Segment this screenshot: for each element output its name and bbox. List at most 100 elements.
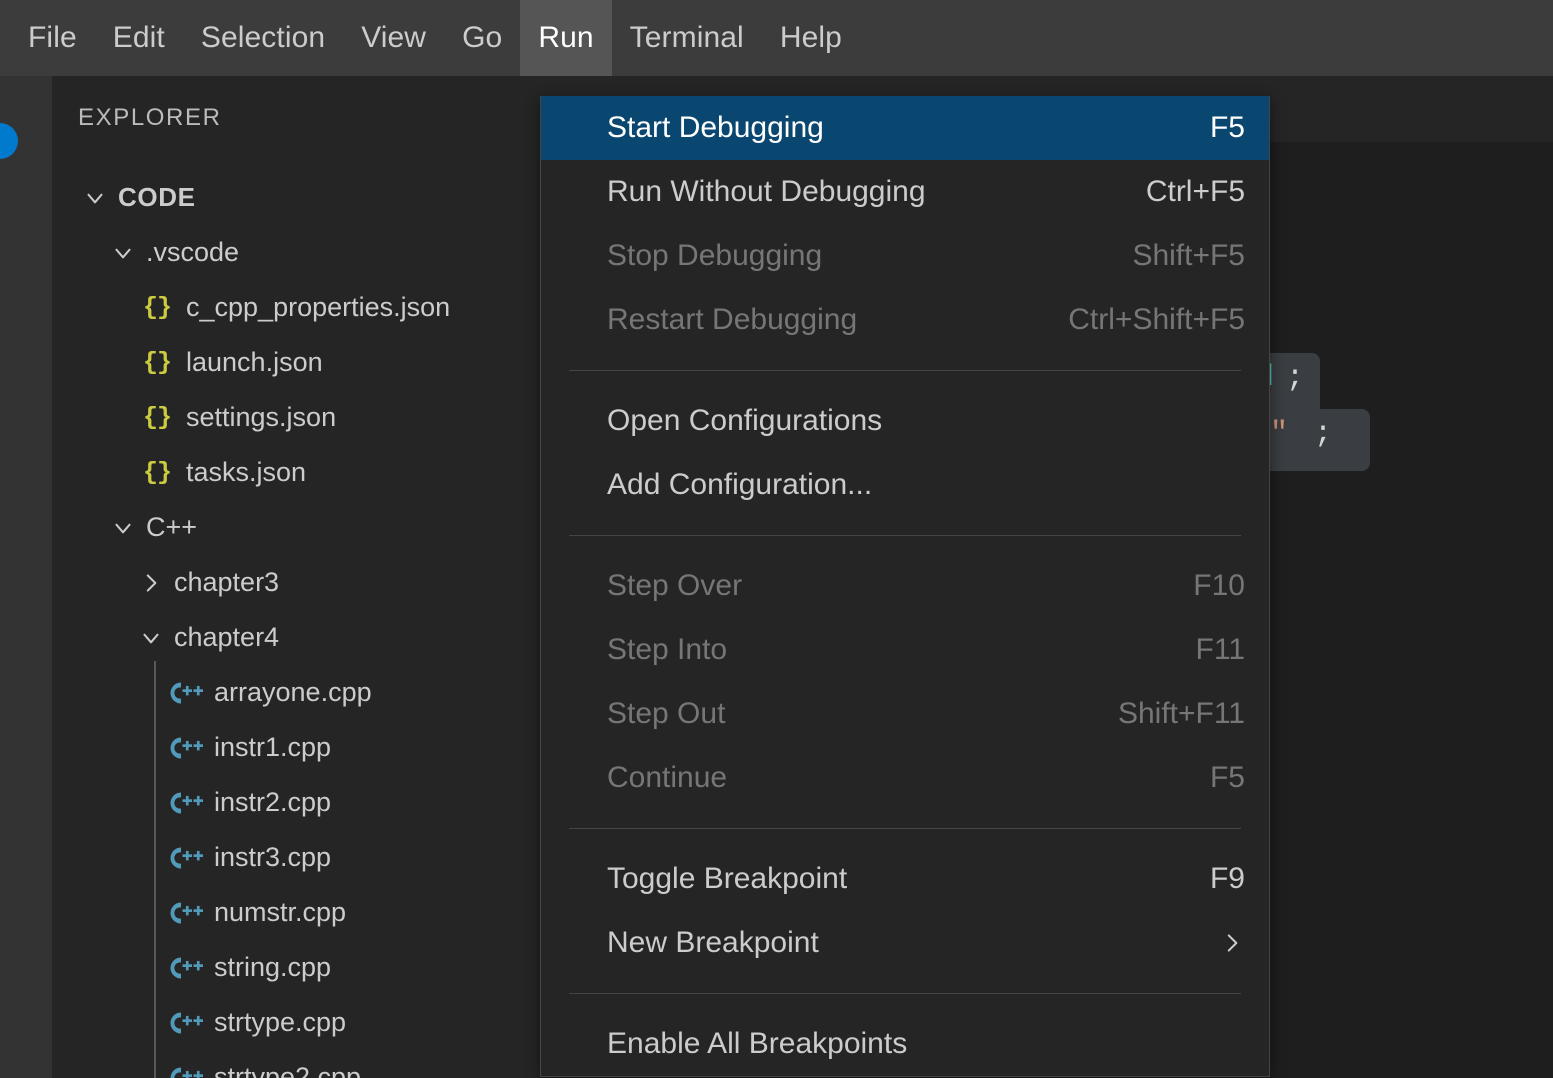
run-menu-dropdown: Start Debugging F5 Run Without Debugging Ct… [540,96,1270,1077]
menu-item-shortcut: Ctrl+Shift+F5 [1068,303,1245,336]
menubar-item-help[interactable]: Help [762,0,860,76]
tree-item-label: chapter4 [174,622,280,652]
menu-bar: File Edit Selection View Go Run Terminal Help [0,0,1553,76]
menu-item-label: Run Without Debugging [607,175,926,208]
tree-file-c-cpp-properties-json[interactable]: {} c_cpp_properties.json [52,280,540,335]
json-file-icon: {} [142,403,172,432]
menubar-item-go[interactable]: Go [444,0,520,76]
tree-folder-code[interactable]: CODE [52,170,540,225]
menu-item-shortcut: F9 [1209,862,1245,895]
tree-file-string-cpp[interactable]: string.cpp [52,940,540,995]
menubar-item-label: Help [779,21,842,54]
tree-item-label: launch.json [186,347,323,377]
tree-folder-chapter4[interactable]: chapter4 [52,610,540,665]
menu-item-enable-all-breakpoints[interactable]: Enable All Breakpoints [541,1012,1269,1076]
menu-item-step-into: Step Into F11 [541,618,1269,682]
tree-file-numstr-cpp[interactable]: numstr.cpp [52,885,540,940]
tree-file-launch-json[interactable]: {} launch.json [52,335,540,390]
cpp-file-icon [162,953,208,983]
menu-item-continue: Continue F5 [541,746,1269,810]
menubar-item-view[interactable]: View [343,0,444,76]
menu-item-open-configurations[interactable]: Open Configurations [541,389,1269,453]
tree-folder-vscode[interactable]: .vscode [52,225,540,280]
tree-item-label: .vscode [146,237,240,267]
menu-item-start-debugging[interactable]: Start Debugging F5 [541,96,1269,160]
code-token-semicolon-1: ; [1286,361,1305,395]
tree-file-instr2-cpp[interactable]: instr2.cpp [52,775,540,830]
menu-separator [569,535,1241,536]
tree-file-instr1-cpp[interactable]: instr1.cpp [52,720,540,775]
menu-item-shortcut: F10 [1193,569,1245,602]
menu-item-add-configuration[interactable]: Add Configuration... [541,453,1269,517]
tree-file-tasks-json[interactable]: {} tasks.json [52,445,540,500]
chevron-down-icon[interactable] [134,625,168,651]
chevron-right-icon [1219,930,1245,956]
menubar-item-terminal[interactable]: Terminal [612,0,762,76]
tree-item-label: arrayone.cpp [214,677,372,707]
cpp-file-icon [162,733,208,763]
json-file-icon: {} [142,458,172,487]
activity-bar-badge-icon[interactable] [0,123,18,159]
cpp-file-icon [162,843,208,873]
tree-file-strtype2-cpp[interactable]: strtype2.cpp [52,1050,540,1078]
menubar-item-edit[interactable]: Edit [95,0,183,76]
menubar-item-run[interactable]: Run [520,0,612,76]
tree-item-label: instr1.cpp [214,732,332,762]
json-file-icon: {} [142,348,172,377]
menu-item-label: Toggle Breakpoint [607,862,848,895]
menu-item-label: Open Configurations [607,404,883,437]
menu-item-label: Enable All Breakpoints [607,1027,908,1060]
menu-item-label: Step Out [607,697,726,730]
chevron-down-icon[interactable] [78,185,112,211]
menubar-item-selection[interactable]: Selection [183,0,343,76]
tree-file-strtype-cpp[interactable]: strtype.cpp [52,995,540,1050]
tree-file-settings-json[interactable]: {} settings.json [52,390,540,445]
tree-file-arrayone-cpp[interactable]: arrayone.cpp [52,665,540,720]
chevron-right-icon[interactable] [134,570,168,596]
menu-item-label: Restart Debugging [607,303,858,336]
menubar-item-file[interactable]: File [10,0,95,76]
menu-separator [569,993,1241,994]
tree-item-label: numstr.cpp [214,897,347,927]
tree-item-label: C++ [146,512,198,542]
menu-item-step-over: Step Over F10 [541,554,1269,618]
explorer-title: EXPLORER [78,104,222,131]
tree-item-label: c_cpp_properties.json [186,292,451,322]
tree-item-label: instr3.cpp [214,842,332,872]
tree-item-label: chapter3 [174,567,280,597]
menu-item-restart-debugging: Restart Debugging Ctrl+Shift+F5 [541,288,1269,352]
code-token-semicolon-2: ; [1314,417,1333,451]
menu-item-label: Stop Debugging [607,239,823,272]
vscode-window: File Edit Selection View Go Run Terminal Help E… [0,0,1553,1078]
cpp-file-icon [162,1008,208,1038]
menu-item-toggle-breakpoint[interactable]: Toggle Breakpoint F9 [541,847,1269,911]
menubar-item-label: Run [538,21,594,54]
cpp-file-icon [162,788,208,818]
menu-item-label: Step Over [607,569,743,602]
menu-separator [569,370,1241,371]
file-tree: CODE .vscode {} c_cpp_properties.json {} laun… [52,170,540,1078]
tree-folder-c[interactable]: C++ [52,500,540,555]
explorer-sidebar: EXPLORER CODE .vscode {} c_cpp_properties.j… [52,76,540,1078]
menu-item-step-out: Step Out Shift+F11 [541,682,1269,746]
tree-item-label: string.cpp [214,952,332,982]
chevron-down-icon[interactable] [106,515,140,541]
json-file-icon: {} [142,293,172,322]
menu-item-run-without-debugging[interactable]: Run Without Debugging Ctrl+F5 [541,160,1269,224]
menubar-item-label: Edit [112,21,165,54]
tree-file-instr3-cpp[interactable]: instr3.cpp [52,830,540,885]
tree-item-label: instr2.cpp [214,787,332,817]
menu-item-shortcut: Shift+F5 [1132,239,1245,272]
cpp-file-icon [162,1063,208,1078]
menu-item-stop-debugging: Stop Debugging Shift+F5 [541,224,1269,288]
menu-item-shortcut: Ctrl+F5 [1145,175,1245,208]
menu-item-label: Continue [607,761,728,794]
tree-folder-chapter3[interactable]: chapter3 [52,555,540,610]
menu-separator [569,828,1241,829]
menu-item-label: Add Configuration... [607,468,873,501]
chevron-down-icon[interactable] [106,240,140,266]
menu-item-shortcut: F5 [1209,761,1245,794]
menu-item-label: Step Into [607,633,728,666]
menu-item-new-breakpoint[interactable]: New Breakpoint [541,911,1269,975]
tree-item-label: CODE [118,182,196,212]
